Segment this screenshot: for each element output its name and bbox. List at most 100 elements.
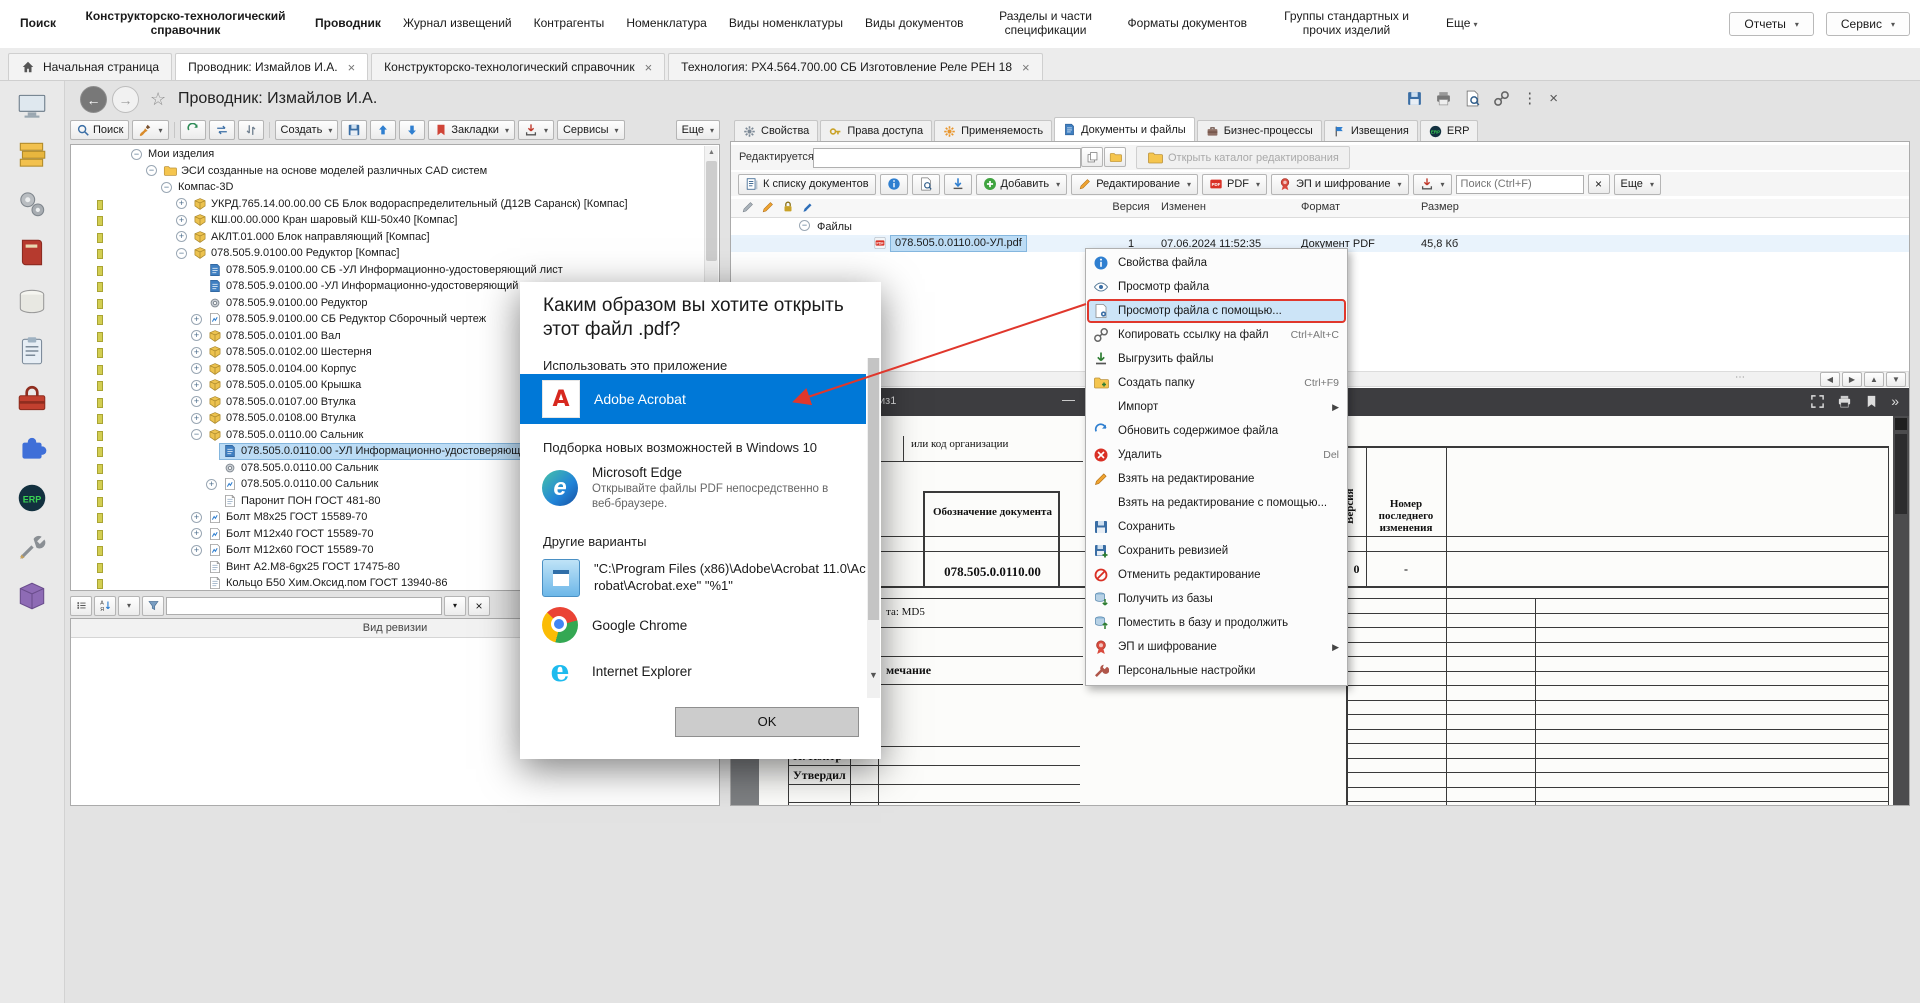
sidebar-item-plugins-puzzle[interactable] [13, 430, 51, 468]
menubar-button[interactable]: Сервис ▾ [1825, 12, 1910, 36]
add-button[interactable]: Добавить ▾ [975, 173, 1068, 195]
expand-icon[interactable]: + [191, 412, 202, 424]
dialog-scrollbar[interactable] [867, 358, 880, 698]
tab-документы-и-файлы[interactable]: Документы и файлы [1054, 117, 1195, 141]
sync-button[interactable] [208, 120, 235, 140]
clear-filter-icon[interactable]: × [468, 595, 490, 616]
tree-item[interactable]: + АКЛТ.01.000 Блок направляющий [Компас] [71, 229, 705, 246]
tree-item[interactable]: + УКРД.765.14.00.00.00 СБ Блок водораспре… [71, 196, 705, 213]
expand-icon[interactable]: + [191, 511, 202, 523]
close-icon[interactable]: × [1549, 90, 1558, 107]
services-button[interactable]: Сервисы ▾ [556, 120, 625, 140]
tree-item[interactable]: − Мои изделия [71, 146, 705, 163]
copy-link-icon[interactable] [1493, 90, 1510, 107]
more-button[interactable]: Еще ▾ [1613, 173, 1661, 195]
menu-item[interactable]: Группы стандартных и прочих изделий [1259, 8, 1434, 40]
column-header[interactable]: Изменен [1161, 201, 1311, 213]
sidebar-item-service-tools[interactable] [13, 528, 51, 566]
sidebar-item-erp[interactable]: ERP [13, 479, 51, 517]
menu-item[interactable]: Поиск [10, 15, 66, 33]
bookmarks-button[interactable]: Закладки ▾ [428, 120, 515, 140]
menu-item[interactable]: Номенклатура [616, 15, 717, 33]
scroll-right-icon[interactable]: ▶ [1842, 371, 1862, 387]
context-menu-item[interactable]: Импорт ▶ [1086, 395, 1347, 419]
more-button[interactable]: Еще ▾ [675, 120, 720, 140]
export-button[interactable]: ▾ [1412, 173, 1452, 195]
files-search-input[interactable] [1455, 174, 1584, 194]
print-icon[interactable] [1837, 394, 1852, 409]
move-up-button[interactable] [370, 120, 397, 140]
edit-button[interactable]: Редактирование ▾ [1071, 173, 1198, 195]
tree-item[interactable]: +078.505.9.0100.00 СБ -УЛ Информационно-… [71, 262, 705, 279]
context-menu-item[interactable]: Обновить содержимое файла [1086, 419, 1347, 443]
dialog-scroll-down-icon[interactable]: ▼ [867, 668, 880, 682]
context-menu-item[interactable]: Взять на редактирование с помощью... [1086, 491, 1347, 515]
pane-up-icon[interactable]: ▲ [1864, 371, 1884, 387]
sidebar-item-desktop[interactable] [13, 87, 51, 125]
editing-path-input[interactable] [813, 148, 1081, 168]
menu-item[interactable]: Разделы и части спецификации [976, 8, 1116, 40]
sidebar-item-catalog-books[interactable] [13, 136, 51, 174]
scrollbar-thumb[interactable] [706, 161, 717, 261]
context-menu-item[interactable]: Выгрузить файлы [1086, 347, 1347, 371]
context-menu-item[interactable]: Сохранить ревизией [1086, 539, 1347, 563]
app-option-google-chrome[interactable]: Google Chrome [520, 602, 866, 648]
sidebar-item-archive-drum[interactable] [13, 283, 51, 321]
app-option-acrobat-path[interactable]: "C:\Program Files (x86)\Adobe\Acrobat 11… [520, 554, 866, 602]
file-info-button[interactable] [879, 173, 908, 195]
open-editing-folder-button[interactable]: Открыть каталог редактирования [1136, 146, 1350, 169]
menubar-button[interactable]: Отчеты ▾ [1729, 12, 1814, 36]
minimize-icon[interactable]: — [1062, 392, 1075, 407]
close-tab-icon[interactable]: × [645, 60, 653, 75]
splitter-handle[interactable]: ⋯ [1735, 372, 1745, 383]
tab-извещения[interactable]: Извещения [1323, 120, 1418, 141]
pane-down-icon[interactable]: ▼ [1886, 371, 1906, 387]
context-menu-item[interactable]: Свойства файла [1086, 251, 1347, 275]
column-header[interactable]: Размер [1421, 201, 1511, 213]
tab-применяемость[interactable]: Применяемость [934, 120, 1053, 141]
favorite-star-icon[interactable]: ☆ [150, 89, 166, 110]
tree-item[interactable]: + КШ.00.00.000 Кран шаровый КШ-50х40 [Ком… [71, 212, 705, 229]
app-option-internet-explorer[interactable]: e Internet Explorer [520, 648, 866, 694]
tree-item[interactable]: − Компас-3D [71, 179, 705, 196]
app-option-microsoft-edge[interactable]: e Microsoft Edge Открывайте файлы PDF не… [520, 458, 866, 518]
list-view-button[interactable] [70, 595, 92, 616]
back-button[interactable]: ← [80, 86, 107, 113]
ok-button[interactable]: OK [675, 707, 859, 737]
scroll-up-icon[interactable]: ▲ [705, 146, 718, 159]
refresh-button[interactable] [179, 120, 206, 140]
menu-item[interactable]: Проводник [305, 15, 391, 33]
sidebar-item-process-gears[interactable] [13, 185, 51, 223]
close-tab-icon[interactable]: × [1022, 60, 1030, 75]
upload-folder-button[interactable] [1104, 147, 1126, 167]
expand-icon[interactable]: + [191, 313, 202, 325]
bookmark-icon[interactable] [1864, 394, 1879, 409]
menu-item[interactable]: Еще ▾ [1436, 15, 1487, 33]
document-tab[interactable]: Начальная страница [8, 53, 173, 80]
pdf-button[interactable]: PDF PDF ▾ [1202, 173, 1268, 195]
document-tab[interactable]: Технология: РХ4.564.700.00 СБ Изготовлен… [668, 53, 1043, 80]
context-menu-item[interactable]: Получить из базы [1086, 587, 1347, 611]
collapse-icon[interactable]: − [191, 429, 202, 441]
move-down-button[interactable] [399, 120, 426, 140]
context-menu-item[interactable]: Взять на редактирование [1086, 467, 1347, 491]
to-document-list-button[interactable]: К списку документов [738, 173, 876, 195]
collapse-icon[interactable]: − [146, 165, 157, 177]
export-button[interactable]: ▾ [517, 120, 554, 140]
dialog-scrollbar-thumb[interactable] [868, 358, 879, 620]
close-tab-icon[interactable]: × [348, 60, 356, 75]
menu-item[interactable]: Форматы документов [1118, 15, 1257, 33]
scroll-left-icon[interactable]: ◀ [1820, 371, 1840, 387]
context-menu-item[interactable]: Копировать ссылку на файл Ctrl+Alt+C [1086, 323, 1347, 347]
tab-свойства[interactable]: Свойства [734, 120, 819, 141]
save-icon[interactable] [1406, 90, 1423, 107]
forward-button[interactable]: → [112, 86, 139, 113]
sidebar-item-handbook[interactable] [13, 234, 51, 272]
expand-icon[interactable]: + [191, 346, 202, 358]
preview-icon[interactable] [1464, 90, 1481, 107]
file-preview-button[interactable] [911, 173, 940, 195]
context-menu-item[interactable]: Поместить в базу и продолжить [1086, 611, 1347, 635]
create-button[interactable]: Создать ▾ [274, 120, 339, 140]
context-menu-item[interactable]: Персональные настройки [1086, 659, 1347, 683]
expand-icon[interactable]: + [176, 231, 187, 243]
